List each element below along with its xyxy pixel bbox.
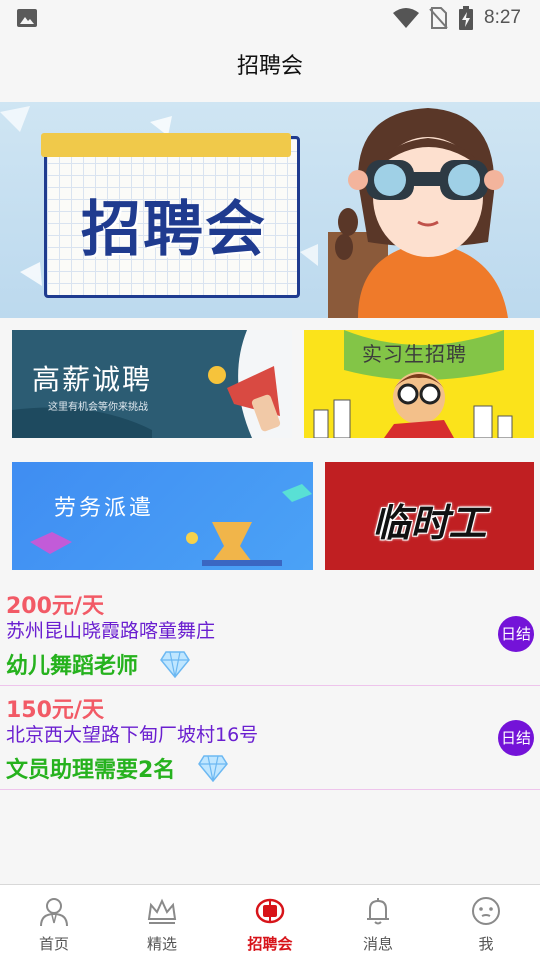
daily-pay-badge: 日结 [498,616,534,652]
daily-pay-badge: 日结 [498,720,534,756]
tile-intern-recruitment[interactable]: 实习生招聘 [304,330,534,438]
job-title: 幼儿舞蹈老师 [6,654,139,679]
job-title: 文员助理需要2名 [6,758,176,783]
bell-icon [367,898,389,925]
crown-icon [147,898,177,924]
page-title: 招聘会 [236,54,303,79]
status-bar: 8:27 [0,0,540,36]
diamond-icon [160,651,190,678]
job-address: 北京西大望路下甸厂坡村16号 [6,724,259,746]
nav-label: 招聘会 [247,935,293,953]
face-icon [472,897,500,925]
tile-intern-label: 实习生招聘 [362,342,467,366]
banner-title: 招聘会 [81,195,267,265]
tile-temporary-label: 临时工 [372,501,487,545]
job-list-item[interactable]: 150元/天 北京西大望路下甸厂坡村16号 文员助理需要2名 日结 [0,688,540,790]
nav-item-featured[interactable]: 精选 [108,885,216,960]
hero-banner[interactable]: 招聘会 [0,102,540,318]
nav-label: 消息 [362,935,393,953]
tile-temporary-work[interactable]: 临时工 [325,462,534,570]
tile-labor-dispatch[interactable]: 劳务派遣 [12,462,313,570]
nav-item-job-fair[interactable]: 招聘会 [216,885,324,960]
no-sim-icon [429,7,448,29]
tile-labor-label: 劳务派遣 [54,496,155,521]
battery-charging-icon [459,6,473,30]
gallery-icon [17,9,37,27]
clock: 8:27 [484,7,521,28]
nav-item-me[interactable]: 我 [432,885,540,960]
tile-high-salary-sublabel: 这里有机会等你来挑战 [48,402,148,413]
wifi-icon [393,8,419,28]
girl-binoculars-illustration [328,108,508,318]
banner-card: 招聘会 [41,133,300,298]
tile-high-salary-label: 高薪诚聘 [32,363,153,396]
nav-label: 首页 [38,935,69,953]
nav-item-messages[interactable]: 消息 [324,885,432,960]
job-list-item[interactable]: 200元/天 苏州昆山晓霞路喀童舞庄 幼儿舞蹈老师 日结 [0,584,540,686]
nav-label: 精选 [146,935,177,953]
person-icon [40,898,68,927]
nav-label: 我 [478,935,494,953]
job-address: 苏州昆山晓霞路喀童舞庄 [6,620,216,642]
diamond-icon [198,755,228,782]
tile-high-salary[interactable]: 高薪诚聘 这里有机会等你来挑战 [12,330,292,438]
pin-icon [255,898,285,924]
bottom-navigation: 首页 精选 招聘会 消息 我 [0,884,540,960]
title-bar: 招聘会 [0,36,540,102]
nav-item-home[interactable]: 首页 [0,885,108,960]
